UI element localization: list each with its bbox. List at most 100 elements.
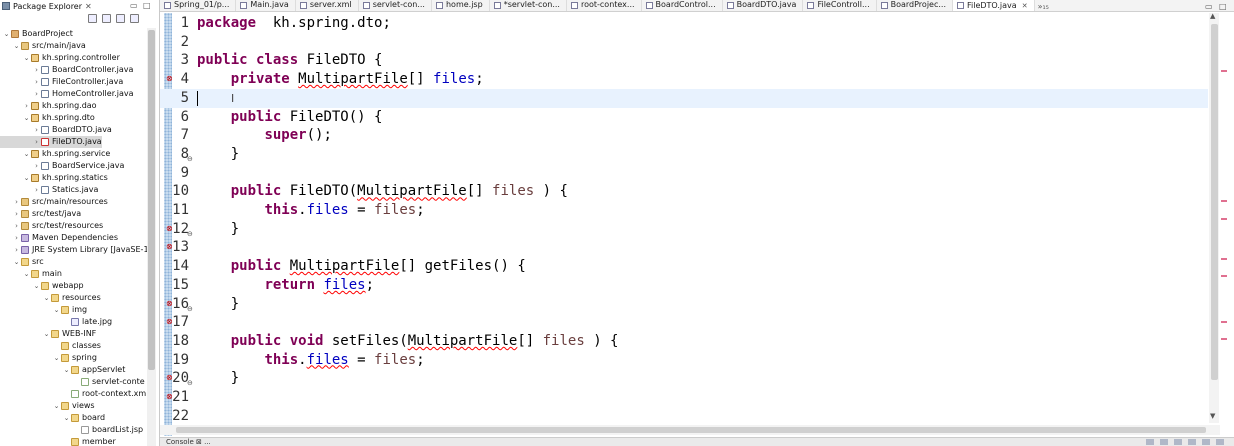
expanded-arrow-icon[interactable]: ⌄: [63, 414, 70, 422]
tree-item[interactable]: ⌄ BoardProject: [0, 28, 73, 40]
tree-item[interactable]: root-context.xm: [0, 388, 146, 400]
expanded-arrow-icon[interactable]: ⌄: [3, 30, 10, 38]
editor-tab[interactable]: home.jsp: [432, 0, 490, 11]
editor-tab[interactable]: FileDTO.java ✕: [952, 0, 1035, 11]
overview-ruler[interactable]: [1219, 13, 1234, 423]
tree-item[interactable]: member: [0, 436, 116, 446]
expanded-arrow-icon[interactable]: ⌄: [63, 366, 70, 374]
tree-item[interactable]: ⌄ spring: [0, 352, 97, 364]
toolbar-icon[interactable]: [1174, 439, 1182, 445]
tree-item[interactable]: › BoardService.java: [0, 160, 124, 172]
tree-item[interactable]: ⌄ kh.spring.controller: [0, 52, 120, 64]
tree-item[interactable]: › Maven Dependencies: [0, 232, 118, 244]
tree-item[interactable]: › src/main/resources: [0, 196, 108, 208]
scroll-down-icon[interactable]: ▼: [1210, 412, 1215, 420]
code-line[interactable]: ⊗ 20 ⊖ }: [160, 369, 1208, 388]
tree-scrollbar-thumb[interactable]: [148, 30, 155, 370]
tree-item[interactable]: › src/test/resources: [0, 220, 103, 232]
code-line[interactable]: ⊗ 12 ⊖ }: [160, 220, 1208, 239]
code-line[interactable]: 9: [160, 164, 1208, 183]
tree-item[interactable]: › HomeController.java: [0, 88, 134, 100]
horizontal-scrollbar-thumb[interactable]: [176, 427, 1206, 433]
error-ruler-mark[interactable]: [1221, 70, 1227, 72]
editor-tab[interactable]: server.xml: [296, 0, 359, 11]
editor-tab[interactable]: BoardDTO.java: [723, 0, 804, 11]
editor-tab[interactable]: BoardProjec...: [877, 0, 953, 11]
tree-item[interactable]: ⌄ src: [0, 256, 44, 268]
code-line[interactable]: 3 public class FileDTO {: [160, 51, 1208, 70]
expanded-arrow-icon[interactable]: ⌄: [13, 42, 20, 50]
tree-item[interactable]: servlet-conte: [0, 376, 145, 388]
tree-item[interactable]: ⌄ img: [0, 304, 87, 316]
collapsed-arrow-icon[interactable]: ›: [13, 234, 20, 242]
expanded-arrow-icon[interactable]: ⌄: [33, 282, 40, 290]
toolbar-icon[interactable]: [1188, 439, 1196, 445]
collapsed-arrow-icon[interactable]: ›: [33, 78, 40, 86]
collapsed-arrow-icon[interactable]: ›: [13, 210, 20, 218]
package-explorer-tab[interactable]: Package Explorer ✕: [2, 2, 92, 11]
tree-item[interactable]: › Statics.java: [0, 184, 98, 196]
expanded-arrow-icon[interactable]: ⌄: [23, 150, 30, 158]
editor-tab[interactable]: FileControll...: [803, 0, 877, 11]
code-line[interactable]: 7 super();: [160, 126, 1208, 145]
code-line[interactable]: 18 public void setFiles(MultipartFile[] …: [160, 332, 1208, 351]
code-line[interactable]: 19 this.files = files;: [160, 351, 1208, 370]
editor-minimize-icon[interactable]: ▭: [1205, 2, 1213, 11]
close-icon[interactable]: ✕: [1022, 0, 1028, 11]
error-ruler-mark[interactable]: [1221, 200, 1227, 202]
expanded-arrow-icon[interactable]: ⌄: [53, 306, 60, 314]
code-line[interactable]: 1 package kh.spring.dto;: [160, 14, 1208, 33]
error-ruler-mark[interactable]: [1221, 338, 1227, 340]
view-menu-icon[interactable]: [130, 14, 139, 23]
code-line[interactable]: 5: [160, 88, 1208, 108]
expanded-arrow-icon[interactable]: ⌄: [43, 330, 50, 338]
tree-item[interactable]: ⌄ kh.spring.dto: [0, 112, 95, 124]
code-line[interactable]: ⊗ 17: [160, 313, 1208, 332]
editor-tab[interactable]: *servlet-con...: [490, 0, 567, 11]
expanded-arrow-icon[interactable]: ⌄: [23, 270, 30, 278]
editor-maximize-icon[interactable]: □: [1219, 2, 1227, 11]
code-line[interactable]: 8 ⊖ }: [160, 145, 1208, 164]
toolbar-icon[interactable]: [1160, 439, 1168, 445]
maximize-icon[interactable]: □: [143, 1, 151, 10]
error-ruler-mark[interactable]: [1221, 275, 1227, 277]
tree-item[interactable]: › src/test/java: [0, 208, 81, 220]
bottom-panel-label[interactable]: Console ⊠ ...: [166, 438, 211, 446]
link-with-editor-icon[interactable]: [102, 14, 111, 23]
tree-item[interactable]: › FileController.java: [0, 76, 123, 88]
editor-tab[interactable]: Main.java: [236, 0, 296, 11]
tree-item[interactable]: › FileDTO.java: [0, 136, 102, 148]
error-ruler-mark[interactable]: [1221, 321, 1227, 323]
error-ruler-mark[interactable]: [1221, 258, 1227, 260]
editor-tab[interactable]: Spring_01/p...: [160, 0, 237, 11]
code-line[interactable]: ⊗ 4 private MultipartFile[] files;: [160, 70, 1208, 89]
tree-item[interactable]: ⌄ board: [0, 412, 105, 424]
expanded-arrow-icon[interactable]: ⌄: [23, 54, 30, 62]
toolbar-icon[interactable]: [1146, 439, 1154, 445]
collapsed-arrow-icon[interactable]: ›: [33, 90, 40, 98]
tree-item[interactable]: › JRE System Library [JavaSE-1.8: [0, 244, 147, 256]
expanded-arrow-icon[interactable]: ⌄: [23, 114, 30, 122]
tree-item[interactable]: ⌄ appServlet: [0, 364, 125, 376]
more-tabs-icon[interactable]: »₁₅: [1035, 2, 1052, 11]
collapsed-arrow-icon[interactable]: ›: [33, 66, 40, 74]
collapsed-arrow-icon[interactable]: ›: [13, 246, 20, 254]
toolbar-icon[interactable]: [1216, 439, 1224, 445]
collapsed-arrow-icon[interactable]: ›: [23, 102, 30, 110]
collapsed-arrow-icon[interactable]: ›: [33, 186, 40, 194]
tree-item[interactable]: ⌄ webapp: [0, 280, 84, 292]
scroll-up-icon[interactable]: ▲: [1210, 12, 1215, 20]
code-line[interactable]: 22: [160, 407, 1208, 426]
code-editor[interactable]: 1 package kh.spring.dto; 2 3 public class Fi…: [160, 13, 1234, 436]
expanded-arrow-icon[interactable]: ⌄: [13, 258, 20, 266]
collapsed-arrow-icon[interactable]: ›: [13, 198, 20, 206]
editor-tab[interactable]: BoardControl...: [642, 0, 723, 11]
editor-tab[interactable]: root-contex...: [567, 0, 642, 11]
minimize-icon[interactable]: ▭: [130, 1, 138, 10]
tree-item[interactable]: › BoardController.java: [0, 64, 133, 76]
expanded-arrow-icon[interactable]: ⌄: [23, 174, 30, 182]
toolbar-icon[interactable]: [1202, 439, 1210, 445]
collapsed-arrow-icon[interactable]: ›: [33, 162, 40, 170]
tree-item[interactable]: ⌄ src/main/java: [0, 40, 86, 52]
expanded-arrow-icon[interactable]: ⌄: [53, 354, 60, 362]
